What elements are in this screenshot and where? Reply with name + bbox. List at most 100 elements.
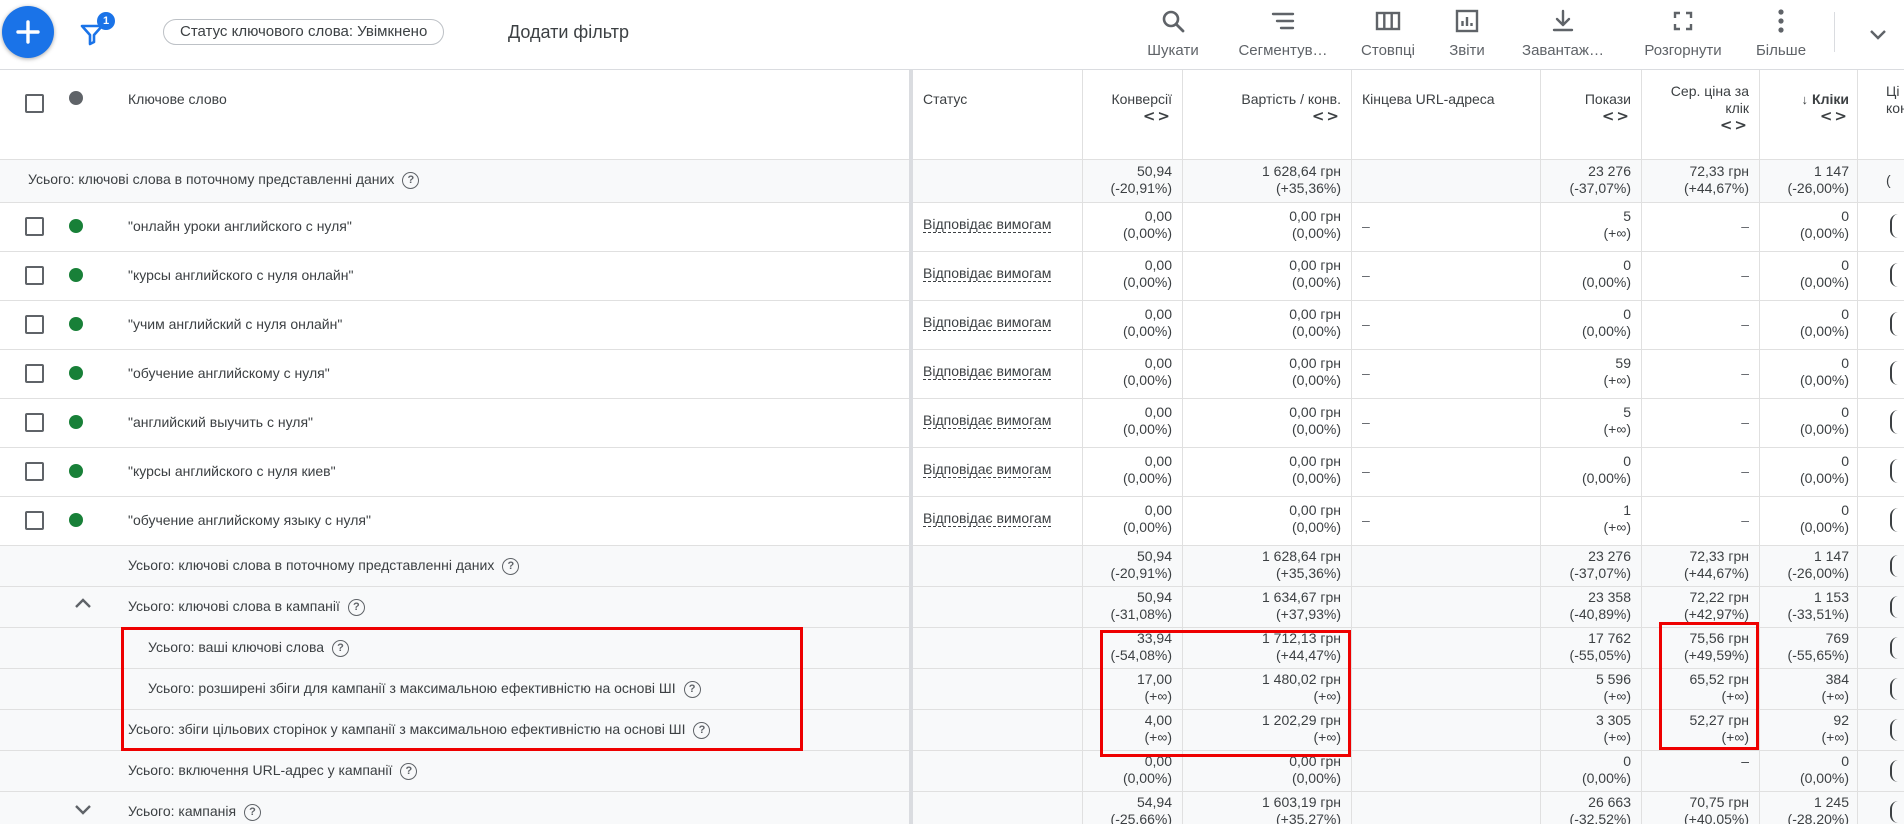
cost-per-conv-cell: 0,00 грн (0,00%) [1289, 502, 1341, 535]
clicks-cell: 0 (0,00%) [1799, 404, 1849, 437]
help-icon[interactable]: ? [683, 680, 701, 698]
cut-cell [1890, 637, 1904, 659]
cost-per-conv-cell: 0,00 грн (0,00%) [1289, 404, 1341, 437]
keyword-text[interactable]: "курсы английского с нуля киев" [128, 463, 336, 479]
clicks-cell: 0 (0,00%) [1799, 453, 1849, 486]
help-icon[interactable]: ? [400, 762, 418, 780]
keyword-text[interactable]: "онлайн уроки английского с нуля" [128, 218, 352, 234]
row-checkbox[interactable] [25, 511, 44, 530]
help-icon[interactable]: ? [244, 803, 262, 821]
clicks-cell: 0 (0,00%) [1799, 306, 1849, 339]
row-checkbox[interactable] [25, 266, 44, 285]
column-header-impressions[interactable]: Покази <> [1542, 91, 1631, 125]
column-header-status[interactable]: Статус [923, 91, 967, 108]
total-impressions-cell: 0 (0,00%) [1581, 753, 1631, 786]
select-all-checkbox[interactable] [25, 94, 44, 113]
add-filter-button[interactable]: Додати фільтр [508, 22, 629, 43]
keyword-status[interactable]: Відповідає вимогам [923, 216, 1052, 233]
status-header-dot [69, 91, 83, 105]
total-clicks-cell: 1 147 (-26,00%) [1787, 548, 1849, 581]
clicks-cell: 0 (0,00%) [1799, 257, 1849, 290]
column-header-conversions[interactable]: Конверсії <> [1084, 91, 1172, 125]
create-button[interactable] [2, 6, 54, 58]
cost-per-conv-cell: 0,00 грн (0,00%) [1289, 453, 1341, 486]
row-checkbox[interactable] [25, 462, 44, 481]
total-cost-per-conv-cell: 1 202,29 грн (+∞) [1261, 712, 1341, 745]
row-checkbox[interactable] [25, 315, 44, 334]
total-cost-per-conv-cell: 1 634,67 грн (+37,93%) [1261, 589, 1341, 622]
chevron-down-icon[interactable] [1866, 22, 1890, 46]
search-button[interactable]: Шукати [1118, 8, 1228, 59]
cut-cell [1890, 801, 1904, 823]
keyword-status[interactable]: Відповідає вимогам [923, 510, 1052, 527]
frozen-column-divider[interactable] [909, 70, 913, 824]
toolbar-divider [1834, 12, 1835, 52]
column-header-clicks[interactable]: ↓ Кліки <> [1761, 91, 1849, 125]
cut-cell [1890, 678, 1904, 700]
final-url-cell: – [1362, 218, 1370, 234]
column-header-final-url[interactable]: Кінцева URL-адреса [1362, 91, 1495, 108]
column-header-avg-cpc[interactable]: Сер. ціна за клік <> [1643, 83, 1749, 134]
download-icon [1552, 9, 1574, 32]
total-row-label: Усього: ключові слова в поточному предст… [128, 557, 520, 575]
total-impressions-cell: 26 663 (-32,52%) [1569, 794, 1631, 824]
expand-button-label: Розгорнути [1644, 42, 1722, 59]
help-icon[interactable]: ? [347, 598, 365, 616]
final-url-cell: – [1362, 414, 1370, 430]
total-impressions-cell: 5 596 (+∞) [1595, 671, 1631, 704]
keyword-status[interactable]: Відповідає вимогам [923, 314, 1052, 331]
expand-button[interactable]: Розгорнути [1628, 8, 1738, 59]
keyword-text[interactable]: "английский выучить с нуля" [128, 414, 313, 430]
keyword-text[interactable]: "обучение английскому языку с нуля" [128, 512, 371, 528]
total-impressions-cell: 23 358 (-40,89%) [1569, 589, 1631, 622]
chevron-down-icon[interactable] [71, 797, 95, 821]
keyword-text[interactable]: "обучение английскому с нуля" [128, 365, 330, 381]
keyword-status[interactable]: Відповідає вимогам [923, 461, 1052, 478]
help-icon[interactable]: ? [332, 639, 350, 657]
more-button[interactable]: Більше [1726, 8, 1836, 59]
status-dot-enabled [69, 366, 83, 380]
final-url-cell: – [1362, 316, 1370, 332]
row-checkbox[interactable] [25, 217, 44, 236]
reports-icon [1455, 9, 1479, 33]
help-icon[interactable]: ? [502, 557, 520, 575]
keyword-text[interactable]: "курсы английского с нуля онлайн" [128, 267, 353, 283]
status-dot-enabled [69, 219, 83, 233]
filter-count-badge: 1 [97, 12, 115, 30]
status-dot-enabled [69, 268, 83, 282]
help-icon[interactable]: ? [693, 721, 711, 739]
cut-cell [1890, 263, 1904, 287]
keyword-status[interactable]: Відповідає вимогам [923, 265, 1052, 282]
keyword-status[interactable]: Відповідає вимогам [923, 363, 1052, 380]
reports-button-label: Звіти [1449, 42, 1485, 59]
help-icon[interactable]: ? [402, 171, 420, 189]
total-conversions-cell: 54,94 (-25,66%) [1110, 794, 1172, 824]
total-conversions: 50,94 (-20,91%) [1110, 163, 1172, 196]
column-header-cut[interactable]: Ці кон [1886, 83, 1904, 117]
total-clicks-cell: 769 (-55,65%) [1787, 630, 1849, 663]
segment-button-label: Сегментув… [1238, 42, 1328, 59]
toolbar: 1 Статус ключового слова: Увімкнено Дода… [0, 0, 1904, 70]
avg-cpc-cell: – [1741, 365, 1749, 381]
column-header-cost-per-conv[interactable]: Вартість / конв. <> [1184, 91, 1341, 125]
row-checkbox[interactable] [25, 413, 44, 432]
search-button-label: Шукати [1147, 42, 1199, 59]
filter-chip-keyword-status[interactable]: Статус ключового слова: Увімкнено [163, 19, 445, 45]
keyword-status[interactable]: Відповідає вимогам [923, 412, 1052, 429]
total-row-label: Усього: ключові слова в поточному предст… [28, 171, 420, 189]
code-arrows-icon: <> [1601, 107, 1631, 125]
cut-cell [1890, 760, 1904, 782]
keyword-text[interactable]: "учим английский с нуля онлайн" [128, 316, 342, 332]
row-checkbox[interactable] [25, 364, 44, 383]
total-cost-per-conv: 1 628,64 грн (+35,36%) [1261, 163, 1341, 196]
column-header-keyword[interactable]: Ключове слово [128, 91, 227, 108]
arrow-down-icon: ↓ [1801, 92, 1809, 107]
total-impressions-cell: 17 762 (-55,05%) [1569, 630, 1631, 663]
download-button[interactable]: Завантаж… [1508, 8, 1618, 59]
cost-per-conv-cell: 0,00 грн (0,00%) [1289, 208, 1341, 241]
reports-button[interactable]: Звіти [1412, 8, 1522, 59]
total-avg-cpc-cell: 70,75 грн (+40,05%) [1684, 794, 1749, 824]
segment-button[interactable]: Сегментув… [1228, 8, 1338, 59]
chevron-up-icon[interactable] [71, 592, 95, 616]
final-url-cell: – [1362, 463, 1370, 479]
